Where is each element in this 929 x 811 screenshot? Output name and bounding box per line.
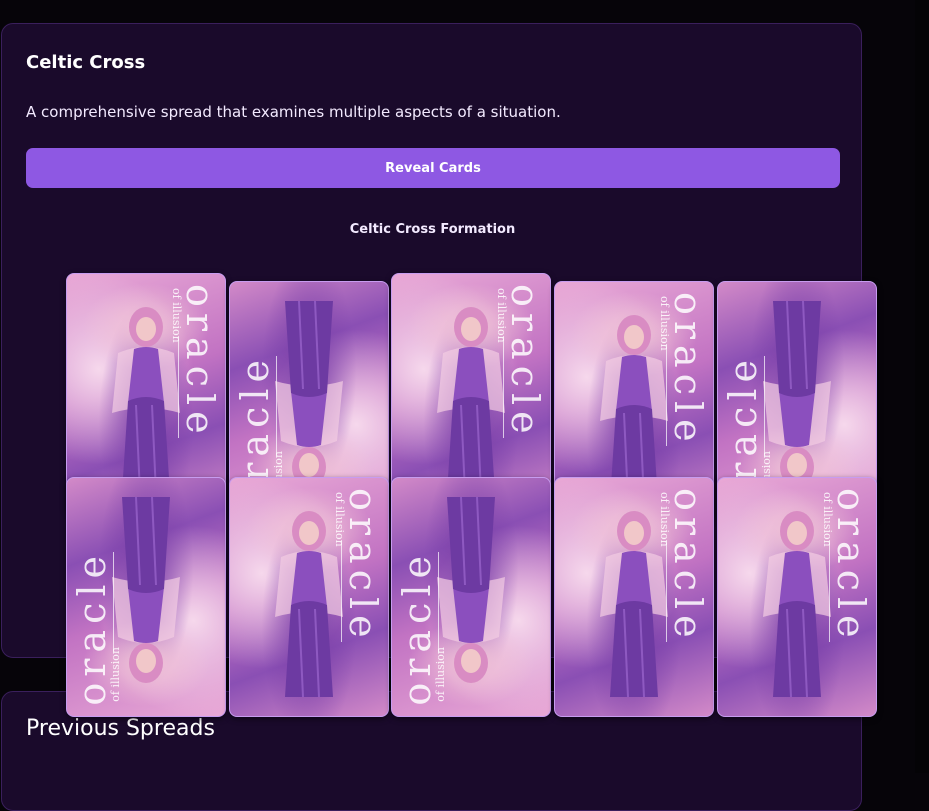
formation-label: Celtic Cross Formation <box>349 222 516 237</box>
card-wordmark: oracle <box>395 550 439 706</box>
spread-description: A comprehensive spread that examines mul… <box>26 103 561 121</box>
card-wordmark: oracle <box>341 488 385 644</box>
scroll-gutter <box>915 0 929 773</box>
card-wordmark: oracle <box>178 284 222 440</box>
tarot-card[interactable]: of illusionoracle <box>229 477 389 717</box>
spread-title: Celtic Cross <box>26 52 146 73</box>
tarot-card[interactable]: of illusionoracle <box>554 477 714 717</box>
tarot-card[interactable]: of illusionoracle <box>717 477 877 717</box>
tarot-card[interactable]: of illusionoracle <box>66 477 226 717</box>
card-wordmark: oracle <box>503 284 547 440</box>
card-wordmark: oracle <box>666 292 710 448</box>
card-wordmark: oracle <box>666 488 710 644</box>
reveal-cards-button[interactable]: Reveal Cards <box>26 148 840 188</box>
card-wordmark: oracle <box>829 488 873 644</box>
tarot-card[interactable]: of illusionoracle <box>391 477 551 717</box>
previous-spreads-title: Previous Spreads <box>26 716 215 741</box>
card-wordmark: oracle <box>70 550 114 706</box>
